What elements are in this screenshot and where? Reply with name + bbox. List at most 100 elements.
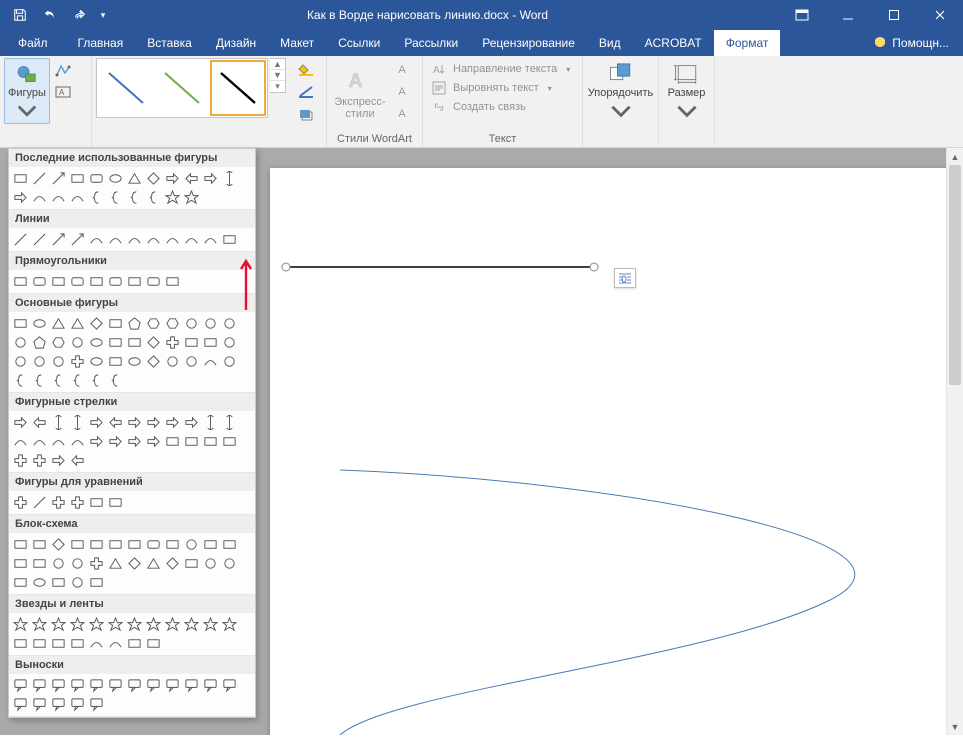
shape-rectangles-3[interactable] — [68, 272, 87, 291]
shape-lines-8[interactable] — [163, 230, 182, 249]
shape-arrows-18[interactable] — [125, 432, 144, 451]
layout-options-button[interactable] — [614, 268, 636, 288]
shape-basic-3[interactable] — [68, 314, 87, 333]
shape-basic-25[interactable] — [30, 352, 49, 371]
shape-flowchart-7[interactable] — [144, 535, 163, 554]
shape-arrows-0[interactable] — [11, 413, 30, 432]
shape-recent-15[interactable] — [68, 188, 87, 207]
shape-lines-11[interactable] — [220, 230, 239, 249]
shape-basic-12[interactable] — [11, 333, 30, 352]
selected-line-shape[interactable] — [280, 260, 590, 274]
shape-arrows-22[interactable] — [201, 432, 220, 451]
shape-flowchart-6[interactable] — [125, 535, 144, 554]
shape-flowchart-23[interactable] — [220, 554, 239, 573]
shape-rectangles-8[interactable] — [163, 272, 182, 291]
tab-insert[interactable]: Вставка — [135, 30, 204, 56]
shape-callouts-14[interactable] — [49, 695, 68, 714]
save-button[interactable] — [6, 0, 34, 30]
shape-basic-14[interactable] — [49, 333, 68, 352]
shape-basic-4[interactable] — [87, 314, 106, 333]
shape-basic-2[interactable] — [49, 314, 68, 333]
shape-stars-19[interactable] — [144, 634, 163, 653]
shape-stars-7[interactable] — [144, 615, 163, 634]
shape-recent-10[interactable] — [201, 169, 220, 188]
shape-arrows-4[interactable] — [87, 413, 106, 432]
shape-callouts-6[interactable] — [125, 676, 144, 695]
shape-recent-9[interactable] — [182, 169, 201, 188]
style-tile-1[interactable] — [99, 61, 153, 115]
style-tile-3[interactable] — [211, 61, 265, 115]
shape-arrows-7[interactable] — [144, 413, 163, 432]
shape-callouts-12[interactable] — [11, 695, 30, 714]
shape-basic-32[interactable] — [163, 352, 182, 371]
tab-acrobat[interactable]: ACROBAT — [633, 30, 714, 56]
tab-design[interactable]: Дизайн — [204, 30, 268, 56]
gallery-more-button[interactable]: ▾ — [270, 80, 285, 92]
shape-basic-15[interactable] — [68, 333, 87, 352]
shape-callouts-3[interactable] — [68, 676, 87, 695]
shape-recent-14[interactable] — [49, 188, 68, 207]
arrange-button[interactable]: Упорядочить — [587, 58, 654, 124]
shape-arrows-1[interactable] — [30, 413, 49, 432]
tab-references[interactable]: Ссылки — [326, 30, 392, 56]
shape-basic-16[interactable] — [87, 333, 106, 352]
tab-format[interactable]: Формат — [714, 30, 781, 56]
shape-stars-4[interactable] — [87, 615, 106, 634]
shape-fill-button[interactable] — [292, 60, 322, 80]
shape-arrows-2[interactable] — [49, 413, 68, 432]
express-styles-button[interactable]: A Экспресс-стили — [331, 58, 389, 124]
shape-basic-18[interactable] — [125, 333, 144, 352]
shape-stars-6[interactable] — [125, 615, 144, 634]
shape-basic-17[interactable] — [106, 333, 125, 352]
qat-more-button[interactable]: ▾ — [96, 0, 110, 30]
shape-equation-2[interactable] — [49, 493, 68, 512]
shape-basic-21[interactable] — [182, 333, 201, 352]
tell-me-search[interactable]: Помощн... — [860, 30, 963, 56]
shape-rectangles-4[interactable] — [87, 272, 106, 291]
shape-arrows-15[interactable] — [68, 432, 87, 451]
tab-home[interactable]: Главная — [66, 30, 136, 56]
shape-recent-20[interactable] — [163, 188, 182, 207]
shape-recent-5[interactable] — [106, 169, 125, 188]
shape-recent-17[interactable] — [106, 188, 125, 207]
shape-stars-10[interactable] — [201, 615, 220, 634]
shape-stars-1[interactable] — [30, 615, 49, 634]
shape-flowchart-13[interactable] — [30, 554, 49, 573]
shape-equation-1[interactable] — [30, 493, 49, 512]
shape-callouts-1[interactable] — [30, 676, 49, 695]
shape-arrows-25[interactable] — [30, 451, 49, 470]
shape-flowchart-15[interactable] — [68, 554, 87, 573]
shape-basic-26[interactable] — [49, 352, 68, 371]
shape-callouts-9[interactable] — [182, 676, 201, 695]
shape-flowchart-8[interactable] — [163, 535, 182, 554]
shape-callouts-16[interactable] — [87, 695, 106, 714]
shape-lines-2[interactable] — [49, 230, 68, 249]
shape-flowchart-19[interactable] — [144, 554, 163, 573]
shape-outline-button[interactable] — [292, 82, 322, 102]
shape-basic-1[interactable] — [30, 314, 49, 333]
shape-basic-6[interactable] — [125, 314, 144, 333]
shape-stars-9[interactable] — [182, 615, 201, 634]
shape-flowchart-4[interactable] — [87, 535, 106, 554]
shape-basic-10[interactable] — [201, 314, 220, 333]
shape-basic-20[interactable] — [163, 333, 182, 352]
shape-arrows-9[interactable] — [182, 413, 201, 432]
gallery-up-button[interactable]: ▲ — [270, 59, 285, 69]
tab-layout[interactable]: Макет — [268, 30, 326, 56]
tab-file[interactable]: Файл — [0, 30, 66, 56]
text-direction-button[interactable]: A Направление текста▾ — [427, 60, 574, 78]
shape-arrows-8[interactable] — [163, 413, 182, 432]
shape-basic-29[interactable] — [106, 352, 125, 371]
shape-flowchart-12[interactable] — [11, 554, 30, 573]
shape-flowchart-16[interactable] — [87, 554, 106, 573]
shape-flowchart-26[interactable] — [49, 573, 68, 592]
shape-arrows-6[interactable] — [125, 413, 144, 432]
shape-arrows-20[interactable] — [163, 432, 182, 451]
shape-callouts-0[interactable] — [11, 676, 30, 695]
shape-rectangles-0[interactable] — [11, 272, 30, 291]
shape-recent-7[interactable] — [144, 169, 163, 188]
text-outline-button[interactable]: A — [391, 82, 413, 102]
shape-basic-35[interactable] — [220, 352, 239, 371]
shape-flowchart-9[interactable] — [182, 535, 201, 554]
shape-basic-0[interactable] — [11, 314, 30, 333]
